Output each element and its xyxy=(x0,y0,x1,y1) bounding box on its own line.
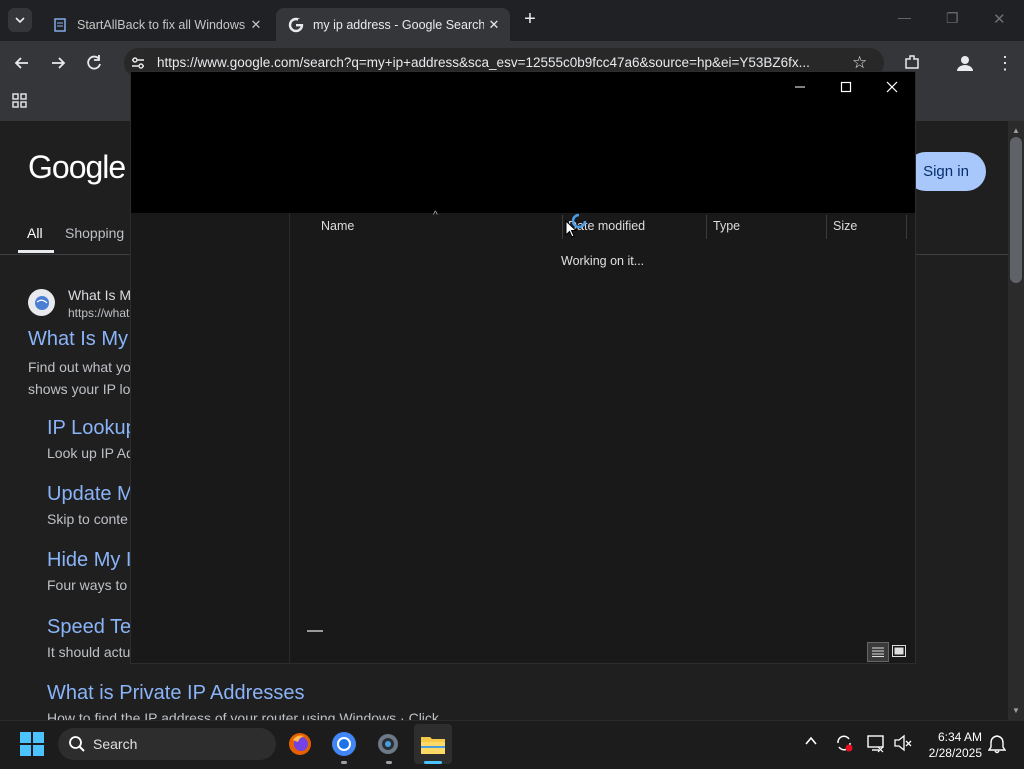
reload-icon[interactable] xyxy=(84,53,104,78)
file-explorer-icon[interactable] xyxy=(414,724,452,764)
loading-status-text: Working on it... xyxy=(561,254,645,268)
clock-date: 2/28/2025 xyxy=(928,746,982,760)
search-icon xyxy=(68,735,86,758)
explorer-minimize-button[interactable] xyxy=(777,76,823,102)
result-title-link[interactable]: What Is My xyxy=(28,328,128,351)
active-indicator xyxy=(424,761,442,764)
result-snippet: shows your IP lo xyxy=(28,381,131,397)
file-explorer-window[interactable]: ^ Name Date modified Type Size Working o… xyxy=(130,71,916,664)
navigation-pane[interactable] xyxy=(131,213,290,663)
sublink-title[interactable]: Speed Te xyxy=(47,616,131,639)
sign-in-label: Sign in xyxy=(923,163,969,180)
volume-muted-icon[interactable] xyxy=(893,733,913,758)
site-favicon-icon xyxy=(28,289,55,316)
status-bar-dash xyxy=(307,630,323,632)
chevron-down-icon xyxy=(15,17,25,23)
sync-icon[interactable] xyxy=(834,733,854,758)
sort-ascending-icon: ^ xyxy=(433,210,438,221)
page-scrollbar[interactable]: ▲ ▼ xyxy=(1008,121,1024,720)
scroll-down-icon[interactable]: ▼ xyxy=(1012,706,1020,715)
tab-strip: StartAllBack to fix all Windows ✕ my ip … xyxy=(0,0,1024,41)
taskbar-search-box[interactable]: Search xyxy=(58,728,276,760)
google-g-icon xyxy=(288,17,304,33)
running-indicator xyxy=(341,761,347,764)
column-divider[interactable] xyxy=(562,215,563,239)
url-text[interactable]: https://www.google.com/search?q=my+ip+ad… xyxy=(157,55,837,70)
running-indicator xyxy=(386,761,392,764)
tab-all[interactable]: All xyxy=(27,225,43,241)
column-header-type[interactable]: Type xyxy=(713,219,740,233)
scrollbar-thumb[interactable] xyxy=(1010,137,1022,283)
show-hidden-icons-chevron-icon[interactable] xyxy=(804,734,818,753)
notification-bell-icon[interactable] xyxy=(987,734,1007,759)
sublink-desc: Four ways to xyxy=(47,577,128,593)
column-divider[interactable] xyxy=(826,215,827,239)
column-header-name[interactable]: Name xyxy=(321,219,354,233)
sign-in-button[interactable]: Sign in xyxy=(906,152,986,191)
search-label: Search xyxy=(93,736,138,752)
minimize-button[interactable]: — xyxy=(898,10,911,25)
column-header-size[interactable]: Size xyxy=(833,219,857,233)
sublink-desc: Skip to conte xyxy=(47,511,128,527)
tab-google-search[interactable]: my ip address - Google Search ✕ xyxy=(276,8,510,41)
explorer-maximize-button[interactable] xyxy=(823,76,869,102)
sublink-title[interactable]: IP Lookup xyxy=(47,417,137,440)
sublink-title[interactable]: Hide My I xyxy=(47,549,131,572)
document-icon xyxy=(52,17,68,33)
apps-grid-icon[interactable] xyxy=(12,93,28,114)
menu-kebab-icon[interactable]: ⋮ xyxy=(996,53,1014,74)
network-icon[interactable] xyxy=(866,733,886,758)
settings-gear-icon[interactable] xyxy=(372,728,404,760)
sublink-desc: It should actu xyxy=(47,644,131,660)
close-icon xyxy=(886,81,898,93)
sublink-title[interactable]: What is Private IP Addresses xyxy=(47,682,305,705)
tab-startallback[interactable]: StartAllBack to fix all Windows ✕ xyxy=(40,8,272,41)
bookmark-star-icon[interactable]: ☆ xyxy=(852,53,867,73)
column-divider[interactable] xyxy=(906,215,907,239)
sublink-desc: Look up IP Ad xyxy=(47,445,134,461)
clock-time: 6:34 AM xyxy=(937,730,982,744)
result-snippet: Find out what yo xyxy=(28,359,131,375)
result-site-url: https://what xyxy=(68,306,130,320)
taskbar-clock[interactable]: 6:34 AM 2/28/2025 xyxy=(922,729,982,761)
large-icons-view-icon[interactable] xyxy=(891,643,907,659)
forward-arrow-icon[interactable] xyxy=(48,53,68,78)
sublink-desc: How to find the IP address of your route… xyxy=(47,710,439,720)
active-tab-indicator xyxy=(18,250,54,253)
mouse-cursor-icon xyxy=(565,219,578,243)
explorer-close-button[interactable] xyxy=(869,76,915,102)
minimize-icon xyxy=(795,86,805,88)
back-arrow-icon[interactable] xyxy=(12,53,32,78)
new-tab-button[interactable]: + xyxy=(520,8,540,32)
column-divider[interactable] xyxy=(706,215,707,239)
result-site-name: What Is M xyxy=(68,287,132,303)
details-view-icon[interactable] xyxy=(867,642,889,662)
tab-search-button[interactable] xyxy=(8,8,32,32)
chrome-icon[interactable] xyxy=(328,728,360,760)
restore-button[interactable]: ❐ xyxy=(946,10,959,27)
sublink-title[interactable]: Update M xyxy=(47,483,134,506)
tab-title: StartAllBack to fix all Windows xyxy=(77,17,246,32)
tab-title: my ip address - Google Search xyxy=(313,17,484,32)
scroll-up-icon[interactable]: ▲ xyxy=(1012,126,1020,135)
tab-shopping[interactable]: Shopping xyxy=(65,225,124,241)
close-button[interactable]: ✕ xyxy=(993,10,1006,28)
firefox-icon[interactable] xyxy=(284,728,316,760)
tab-close-icon[interactable]: ✕ xyxy=(246,17,266,33)
google-logo[interactable]: Google xyxy=(28,149,126,186)
maximize-icon xyxy=(840,81,852,93)
profile-icon[interactable] xyxy=(955,53,975,78)
tab-close-icon[interactable]: ✕ xyxy=(484,17,504,33)
explorer-title-area xyxy=(131,72,915,213)
windows-start-icon[interactable] xyxy=(20,732,44,761)
